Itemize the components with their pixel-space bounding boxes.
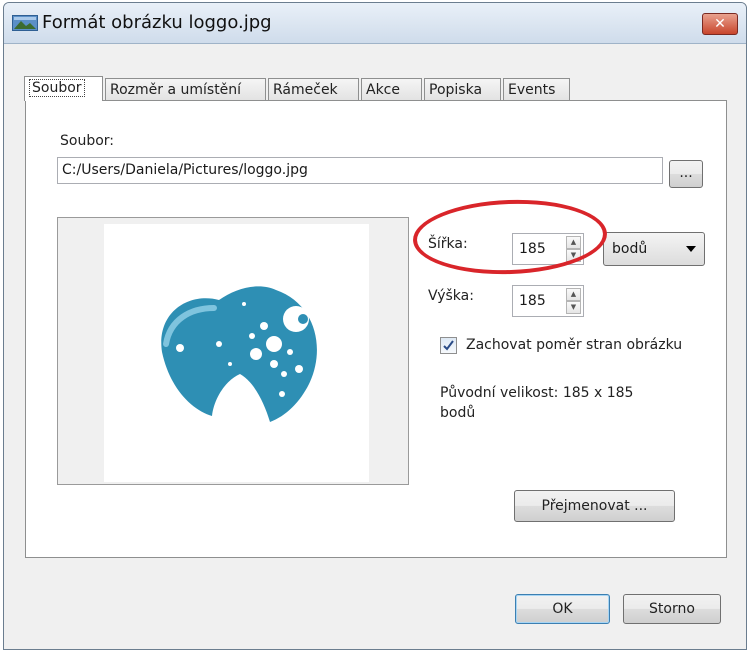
spin-up-icon[interactable]: ▲ (566, 288, 581, 301)
tab-popiska[interactable]: Popiska (424, 78, 501, 102)
original-size-label: Původní velikost: 185 x 185 (440, 385, 634, 401)
height-value: 185 (519, 293, 546, 309)
original-size-unit: bodů (440, 405, 476, 421)
logo-image (161, 286, 317, 422)
file-label: Soubor: (60, 133, 115, 149)
keep-ratio-checkbox[interactable] (440, 337, 457, 354)
dropdown-arrow-icon (686, 246, 696, 252)
tab-akce[interactable]: Akce (361, 78, 422, 102)
checkmark-icon (443, 340, 454, 351)
title-bar: Formát obrázku loggo.jpg ✕ (4, 3, 746, 44)
unit-value: bodů (612, 241, 648, 257)
tab-soubor[interactable]: Soubor (24, 76, 103, 101)
ok-button[interactable]: OK (515, 594, 610, 624)
tab-ramecek[interactable]: Rámeček (268, 78, 359, 102)
cancel-button[interactable]: Storno (623, 594, 721, 624)
window-icon (12, 15, 38, 31)
browse-button[interactable]: ... (669, 160, 703, 188)
close-icon[interactable]: ✕ (702, 13, 738, 35)
preview-canvas (104, 224, 369, 482)
tab-label: Soubor (29, 79, 85, 97)
height-spinner[interactable]: 185 ▲ ▼ (512, 285, 584, 317)
image-preview (57, 217, 409, 485)
keep-ratio-label: Zachovat poměr stran obrázku (466, 337, 683, 353)
tab-events[interactable]: Events (503, 78, 570, 102)
rename-button[interactable]: Přejmenovat ... (514, 490, 675, 522)
unit-dropdown[interactable]: bodů (603, 232, 705, 266)
file-path-field[interactable]: C:/Users/Daniela/Pictures/loggo.jpg (57, 157, 663, 184)
spin-down-icon[interactable]: ▼ (566, 301, 581, 314)
height-label: Výška: (428, 288, 474, 304)
tab-rozmer[interactable]: Rozměr a umístění (105, 78, 266, 102)
window-title: Formát obrázku loggo.jpg (42, 12, 272, 33)
